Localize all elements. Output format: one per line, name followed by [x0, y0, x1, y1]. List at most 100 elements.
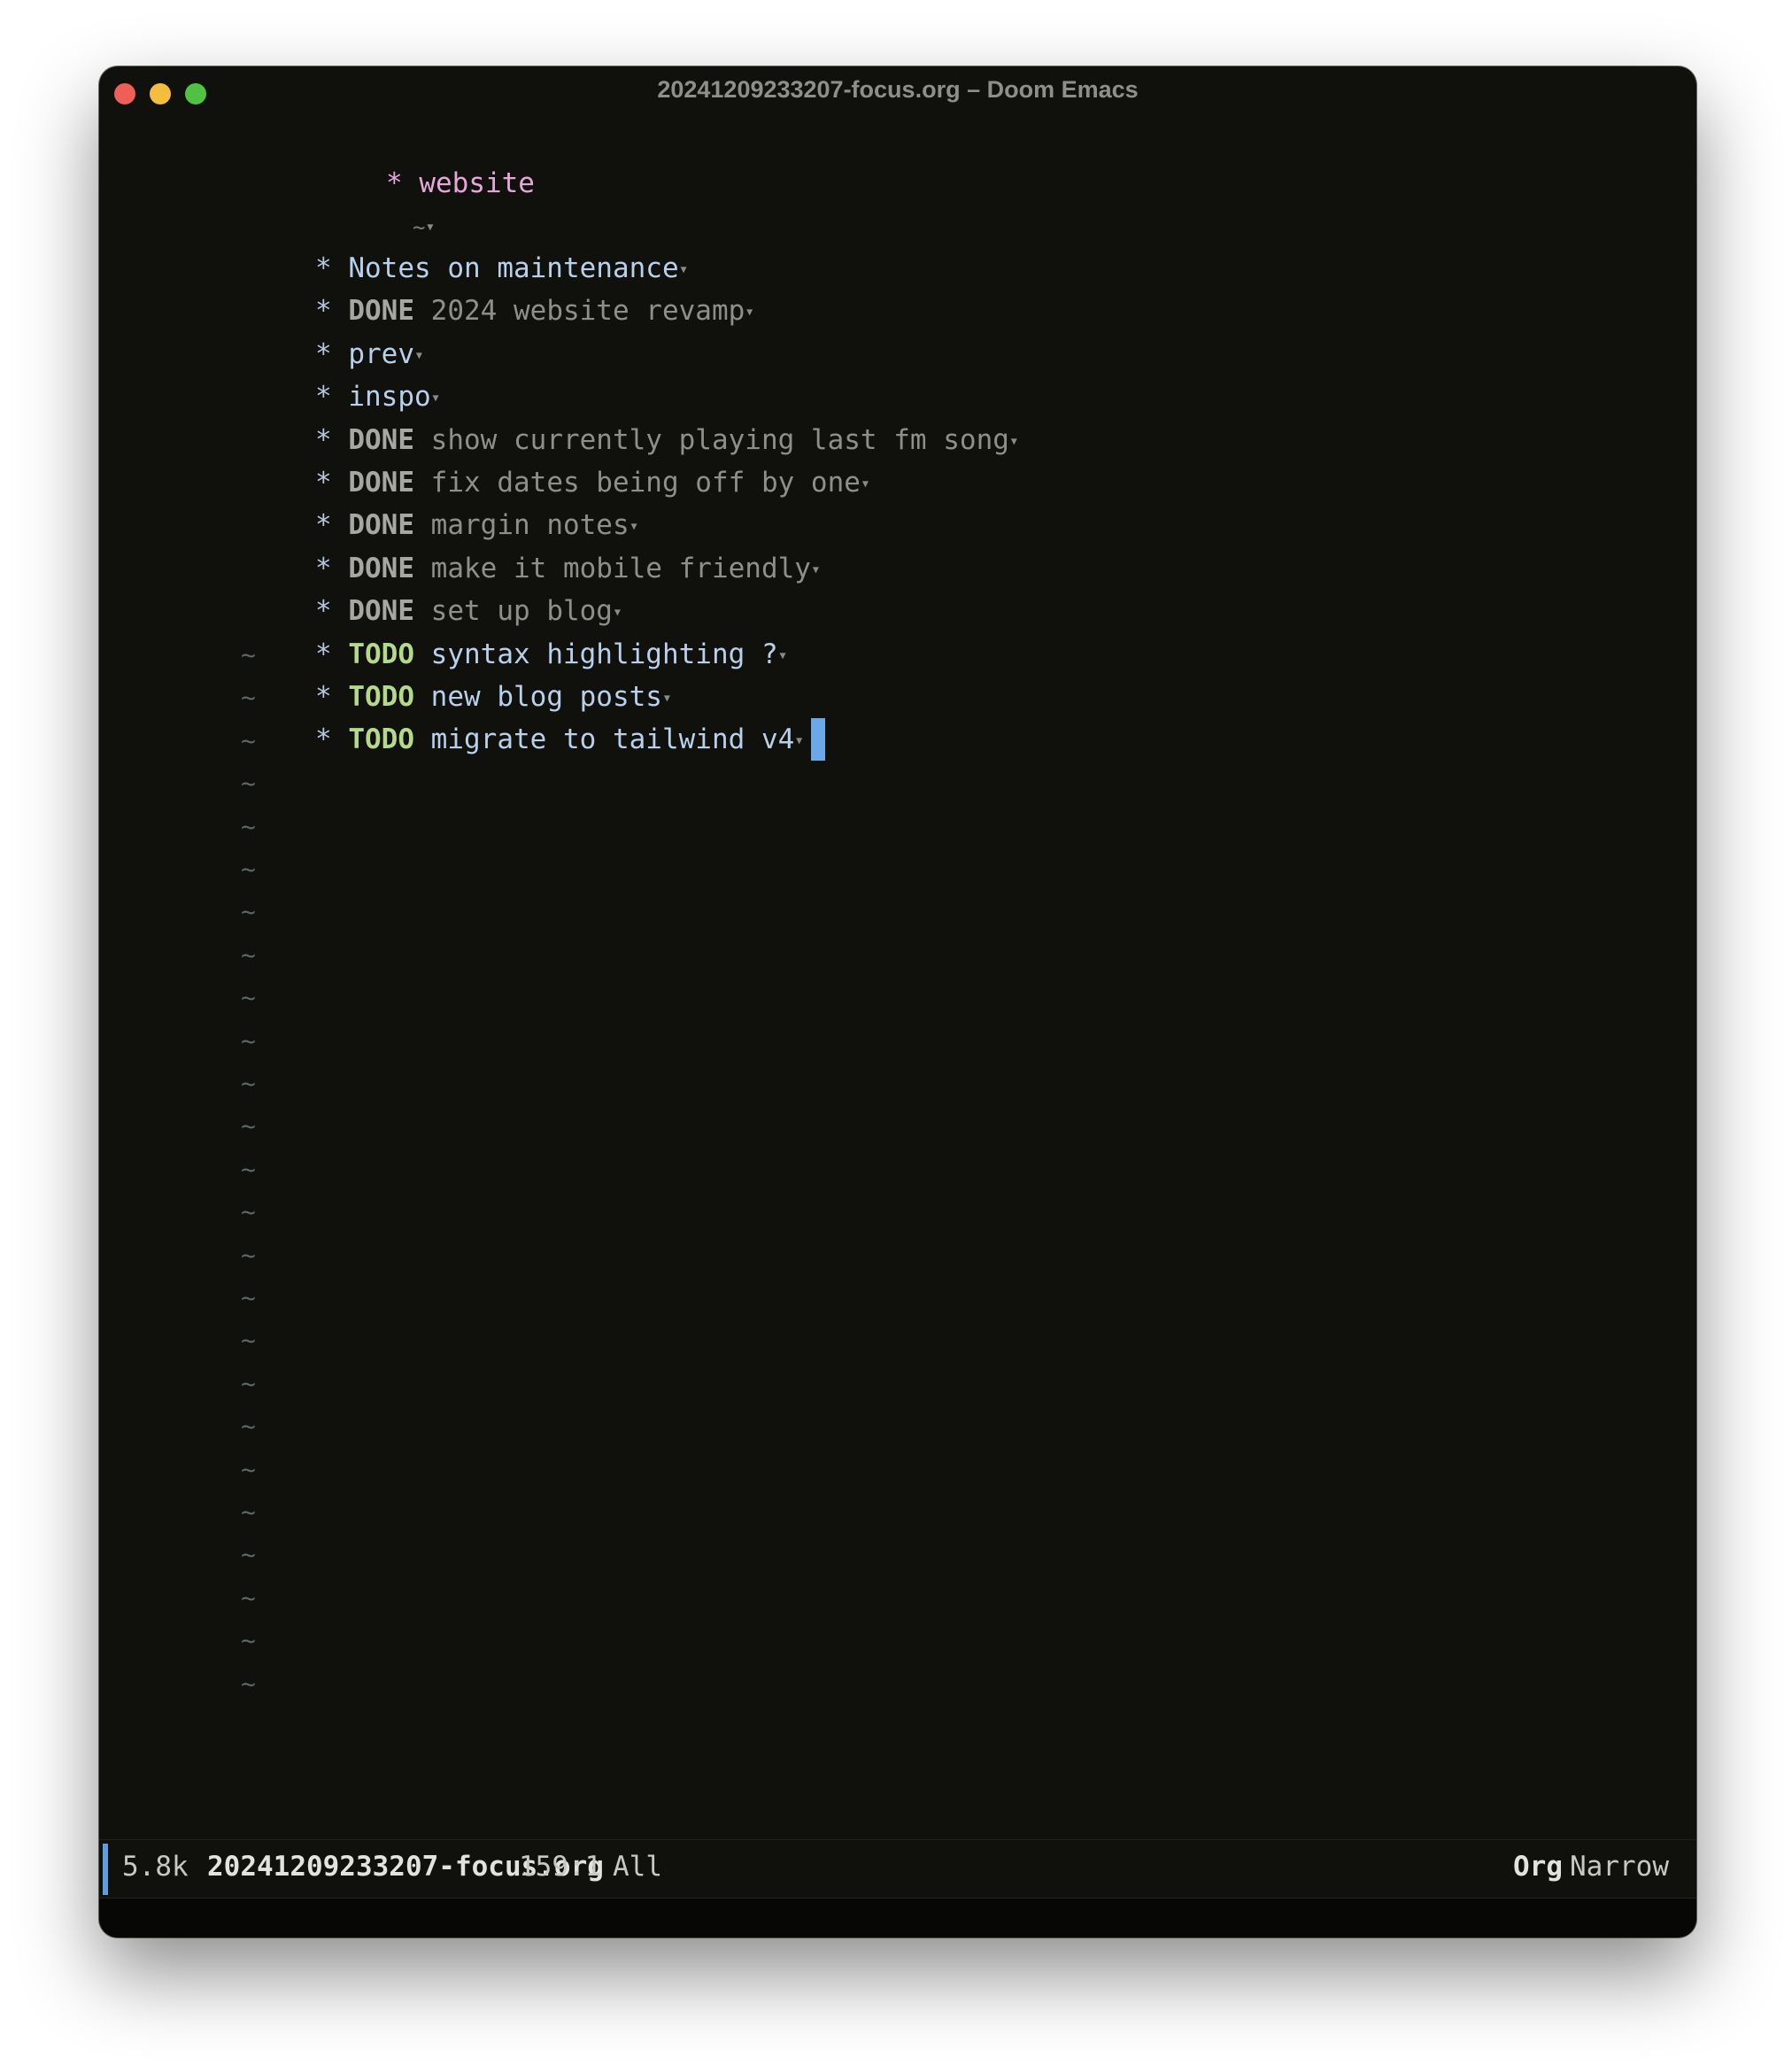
modeline-accent-bar: [103, 1844, 108, 1895]
heading-star: *: [315, 381, 332, 414]
fold-indicator-icon[interactable]: ▾: [778, 646, 788, 664]
emacs-window: 20241209233207-focus.org – Doom Emacs * …: [99, 66, 1696, 1937]
fold-indicator-icon[interactable]: ▾: [630, 517, 639, 536]
org-heading[interactable]: * DONE show currently playing last fm so…: [315, 419, 1019, 461]
empty-line-marker: ~: [241, 855, 256, 884]
empty-line-marker: ~: [241, 1540, 256, 1570]
fold-indicator-icon[interactable]: ▾: [679, 260, 689, 279]
heading-star: *: [315, 252, 332, 284]
org-heading[interactable]: * prev▾: [315, 333, 424, 375]
todo-keyword: TODO: [348, 638, 414, 670]
heading-title: new blog posts: [430, 681, 662, 713]
heading-title: Notes on maintenance: [348, 252, 679, 284]
org-heading[interactable]: * TODO migrate to tailwind v4▾: [315, 718, 826, 762]
minor-mode[interactable]: Narrow: [1570, 1851, 1669, 1883]
heading-title: fix dates being off by one: [430, 467, 861, 499]
org-heading[interactable]: * DONE 2024 website revamp▾: [315, 290, 754, 332]
heading-star: *: [315, 552, 332, 584]
empty-line-marker: ~: [241, 1326, 256, 1356]
minibuffer[interactable]: [99, 1898, 1696, 1937]
scroll-position: All: [613, 1851, 662, 1883]
heading-title: prev: [348, 337, 414, 370]
empty-line-marker: ~: [241, 683, 256, 713]
empty-line-marker: ~: [241, 1368, 256, 1398]
empty-line-marker: ~: [241, 940, 256, 970]
mode-line: 5.8k 20241209233207-focus.org 159:1 All …: [99, 1839, 1696, 1899]
done-keyword: DONE: [348, 467, 414, 499]
drawer-line[interactable]: ~▾: [313, 162, 435, 240]
empty-line-marker: ~: [241, 1411, 256, 1442]
drawer-marker: ~: [412, 215, 426, 240]
heading-star: *: [315, 681, 332, 713]
buffer-size: 5.8k: [122, 1851, 189, 1883]
done-keyword: DONE: [348, 595, 414, 628]
major-mode[interactable]: Org: [1513, 1851, 1563, 1883]
heading-title: margin notes: [430, 509, 630, 542]
heading-star: *: [315, 337, 332, 370]
heading-title: show currently playing last fm song: [430, 423, 1009, 456]
empty-line-marker: ~: [241, 1111, 256, 1141]
done-keyword: DONE: [348, 552, 414, 584]
todo-keyword: TODO: [348, 723, 414, 756]
heading-star: *: [315, 595, 332, 628]
empty-line-marker: ~: [241, 725, 256, 755]
empty-line-marker: ~: [241, 1240, 256, 1270]
empty-line-marker: ~: [241, 1025, 256, 1056]
heading-title: 2024 website revamp: [430, 295, 745, 328]
empty-line-marker: ~: [241, 1626, 256, 1656]
fold-indicator-icon[interactable]: ▾: [794, 731, 804, 750]
heading-title: syntax highlighting ?: [430, 638, 778, 670]
title-bar[interactable]: 20241209233207-focus.org – Doom Emacs: [99, 66, 1696, 118]
cursor-position: 159:1: [519, 1851, 602, 1883]
heading-title: inspo: [348, 381, 431, 414]
heading-star: *: [315, 509, 332, 542]
empty-line-marker: ~: [241, 1069, 256, 1098]
fold-indicator-icon[interactable]: ▾: [431, 389, 441, 407]
org-heading[interactable]: * DONE make it mobile friendly▾: [315, 547, 821, 590]
heading-title: set up blog: [430, 595, 613, 628]
heading-star: *: [315, 423, 332, 456]
window-title: 20241209233207-focus.org – Doom Emacs: [657, 76, 1139, 103]
fold-indicator-icon[interactable]: ▾: [414, 345, 424, 364]
org-heading[interactable]: * inspo▾: [315, 375, 441, 418]
text-cursor: [811, 718, 826, 762]
empty-line-marker: ~: [241, 769, 256, 799]
fold-indicator-icon[interactable]: ▾: [861, 475, 870, 493]
empty-line-marker: ~: [241, 1197, 256, 1227]
heading-star: *: [315, 638, 332, 670]
heading-title: make it mobile friendly: [430, 552, 811, 584]
org-heading[interactable]: * DONE margin notes▾: [315, 504, 638, 546]
empty-line-marker: ~: [241, 1668, 256, 1698]
done-keyword: DONE: [348, 509, 414, 542]
empty-line-marker: ~: [241, 983, 256, 1013]
empty-line-marker: ~: [241, 1497, 256, 1527]
org-heading[interactable]: * TODO syntax highlighting ?▾: [315, 633, 787, 676]
heading-star: *: [315, 295, 332, 328]
heading-title: migrate to tailwind v4: [430, 723, 795, 756]
org-heading[interactable]: * Notes on maintenance▾: [315, 247, 688, 290]
org-heading[interactable]: * DONE set up blog▾: [315, 590, 622, 632]
heading-star: *: [315, 723, 332, 756]
empty-line-marker: ~: [241, 1454, 256, 1484]
fold-indicator-icon: ▾: [425, 217, 436, 236]
empty-line-marker: ~: [241, 640, 256, 669]
done-keyword: DONE: [348, 423, 414, 456]
empty-line-marker: ~: [241, 1582, 256, 1613]
heading-title: website: [419, 167, 535, 199]
todo-keyword: TODO: [348, 681, 414, 713]
fold-indicator-icon[interactable]: ▾: [745, 303, 754, 321]
org-heading[interactable]: * TODO new blog posts▾: [315, 676, 672, 718]
heading-star: *: [315, 467, 332, 499]
fold-indicator-icon[interactable]: ▾: [662, 689, 672, 708]
org-heading[interactable]: * DONE fix dates being off by one▾: [315, 461, 870, 504]
empty-line-marker: ~: [241, 811, 256, 841]
fold-indicator-icon[interactable]: ▾: [613, 603, 622, 622]
org-buffer[interactable]: * website ~▾ * Notes on maintenance▾ * DO…: [99, 118, 1696, 1826]
empty-line-marker: ~: [241, 897, 256, 927]
fold-indicator-icon[interactable]: ▾: [811, 560, 821, 578]
done-keyword: DONE: [348, 295, 414, 328]
fold-indicator-icon[interactable]: ▾: [1009, 431, 1019, 450]
empty-line-marker: ~: [241, 1154, 256, 1184]
empty-line-marker: ~: [241, 1283, 256, 1312]
heading-website[interactable]: * website: [287, 120, 535, 199]
